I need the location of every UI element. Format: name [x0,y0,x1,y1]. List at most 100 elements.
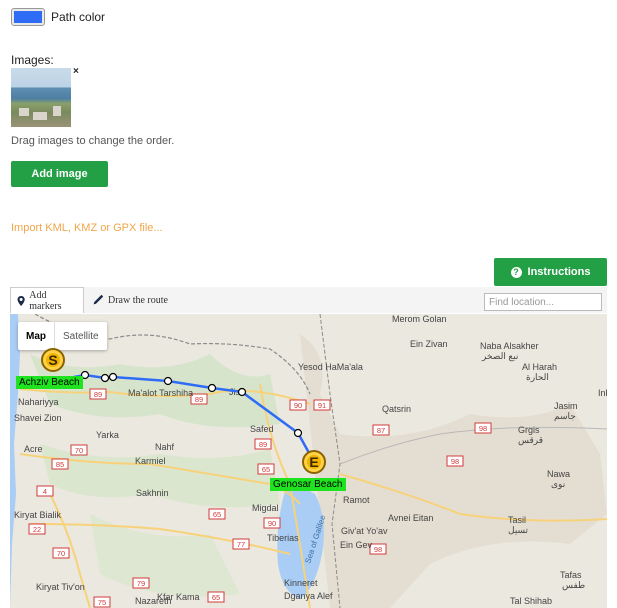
start-marker[interactable]: S [41,348,65,372]
map-pin-icon [17,295,25,306]
place-label: Safed [250,424,274,434]
route-shield: 89 [89,388,107,400]
remove-image-button[interactable]: × [73,66,79,77]
route-shield: 90 [263,517,281,529]
route-shield-number: 87 [377,426,385,435]
place-label: Grgis [518,425,540,435]
route-shield: 98 [474,422,492,434]
route-shield-number: 98 [479,424,487,433]
route-vertex[interactable] [293,428,303,438]
place-label: Jasim [554,401,578,411]
route-shield-number: 98 [374,545,382,554]
find-location-input[interactable] [484,293,602,311]
end-place-label: Genosar Beach [270,478,346,491]
place-label: جاسم [554,411,576,422]
drag-hint-text: Drag images to change the order. [11,135,175,147]
route-shield-number: 90 [268,519,276,528]
route-shield: 75 [93,596,111,608]
route-shield-number: 70 [57,549,65,558]
path-color-swatch [14,11,42,23]
route-shield-number: 65 [213,510,221,519]
place-label: Tasil [508,515,526,525]
route-shield: 89 [190,393,208,405]
place-label: طفس [562,580,585,591]
route-shield: 22 [28,523,46,535]
place-label: نبع الصخر [481,351,518,362]
question-icon: ? [510,266,522,278]
place-label: تسيل [508,525,529,535]
place-label: Shavei Zion [14,413,62,423]
route-shield: 98 [369,543,387,555]
route-shield: 65 [208,508,226,520]
import-file-link[interactable]: Import KML, KMZ or GPX file... [11,222,163,234]
add-image-button[interactable]: Add image [11,161,108,187]
place-label: Kiryat Bialik [14,510,62,520]
image-thumbnail-item[interactable]: × [11,66,79,127]
route-map[interactable]: 89 90 91 89 87 89 98 70 85 65 98 4 22 65 90 77 98 70 79 75 6… [10,314,607,608]
route-vertex[interactable] [207,383,217,393]
end-marker[interactable]: E [302,450,326,474]
route-shield: 89 [254,438,272,450]
place-label: Qatsrin [382,404,411,414]
place-label: Ink [598,388,607,398]
route-shield-number: 90 [294,401,302,410]
route-shield: 79 [132,577,150,589]
place-label: Al Harah [522,362,557,372]
route-shield-number: 89 [195,395,203,404]
place-label: Sakhnin [136,488,169,498]
map-type-control: Map Satellite [18,322,107,350]
instructions-label: Instructions [527,266,591,278]
route-shield: 98 [446,455,464,467]
tab-add-markers[interactable]: Add markers [10,287,84,313]
place-label: Kiryat Tiv'on [36,582,85,592]
place-label: Kinneret [284,578,318,588]
place-label: Nazareth [135,596,172,606]
place-label: Yarka [96,430,119,440]
instructions-button[interactable]: ? Instructions [494,258,607,286]
route-shield-number: 4 [43,487,47,496]
place-label: Tiberias [267,533,299,543]
route-shield-number: 98 [451,457,459,466]
route-shield: 90 [289,399,307,411]
route-vertex[interactable] [237,387,247,397]
add-markers-label: Add markers [29,289,62,312]
route-shield-number: 89 [94,390,102,399]
place-label: Naba Alsakher [480,341,539,351]
path-color-picker[interactable] [11,8,45,26]
place-label: Dganya Alef [284,591,333,601]
path-color-row: Path color [11,8,105,26]
place-label: Giv'at Yo'av [341,526,388,536]
route-shield-number: 85 [56,460,64,469]
route-shield-number: 70 [75,446,83,455]
place-label: Tafas [560,570,582,580]
map-type-satellite-button[interactable]: Satellite [54,322,107,350]
image-thumbnail[interactable] [11,68,71,127]
route-shield: 65 [257,463,275,475]
tab-draw-route[interactable]: Draw the route [86,287,174,313]
place-label: Ramot [343,495,370,505]
route-vertex[interactable] [108,372,118,382]
route-shield: 87 [372,424,390,436]
place-label: Merom Golan [392,314,447,324]
place-label: نوى [551,479,565,490]
thumbnail-detail [53,106,61,116]
draw-route-label: Draw the route [108,294,168,306]
place-label: قرقس [518,435,543,446]
route-shield-number: 91 [318,401,326,410]
path-color-label: Path color [51,10,106,24]
route-shield: 85 [51,458,69,470]
pencil-icon [93,294,104,305]
map-type-map-button[interactable]: Map [18,322,54,350]
route-shield: 4 [36,485,54,497]
place-label: Tal Shihab [510,596,552,606]
thumbnail-detail [33,112,47,120]
place-label: Nahf [155,442,175,452]
place-label: Ma'alot Tarshiha [128,388,193,398]
route-shield-number: 89 [259,440,267,449]
route-vertex[interactable] [100,373,110,383]
route-shield: 77 [232,538,250,550]
route-vertex[interactable] [163,376,173,386]
route-shield: 65 [207,591,225,603]
place-label: Ein Zivan [410,339,448,349]
route-shield-number: 77 [237,540,245,549]
